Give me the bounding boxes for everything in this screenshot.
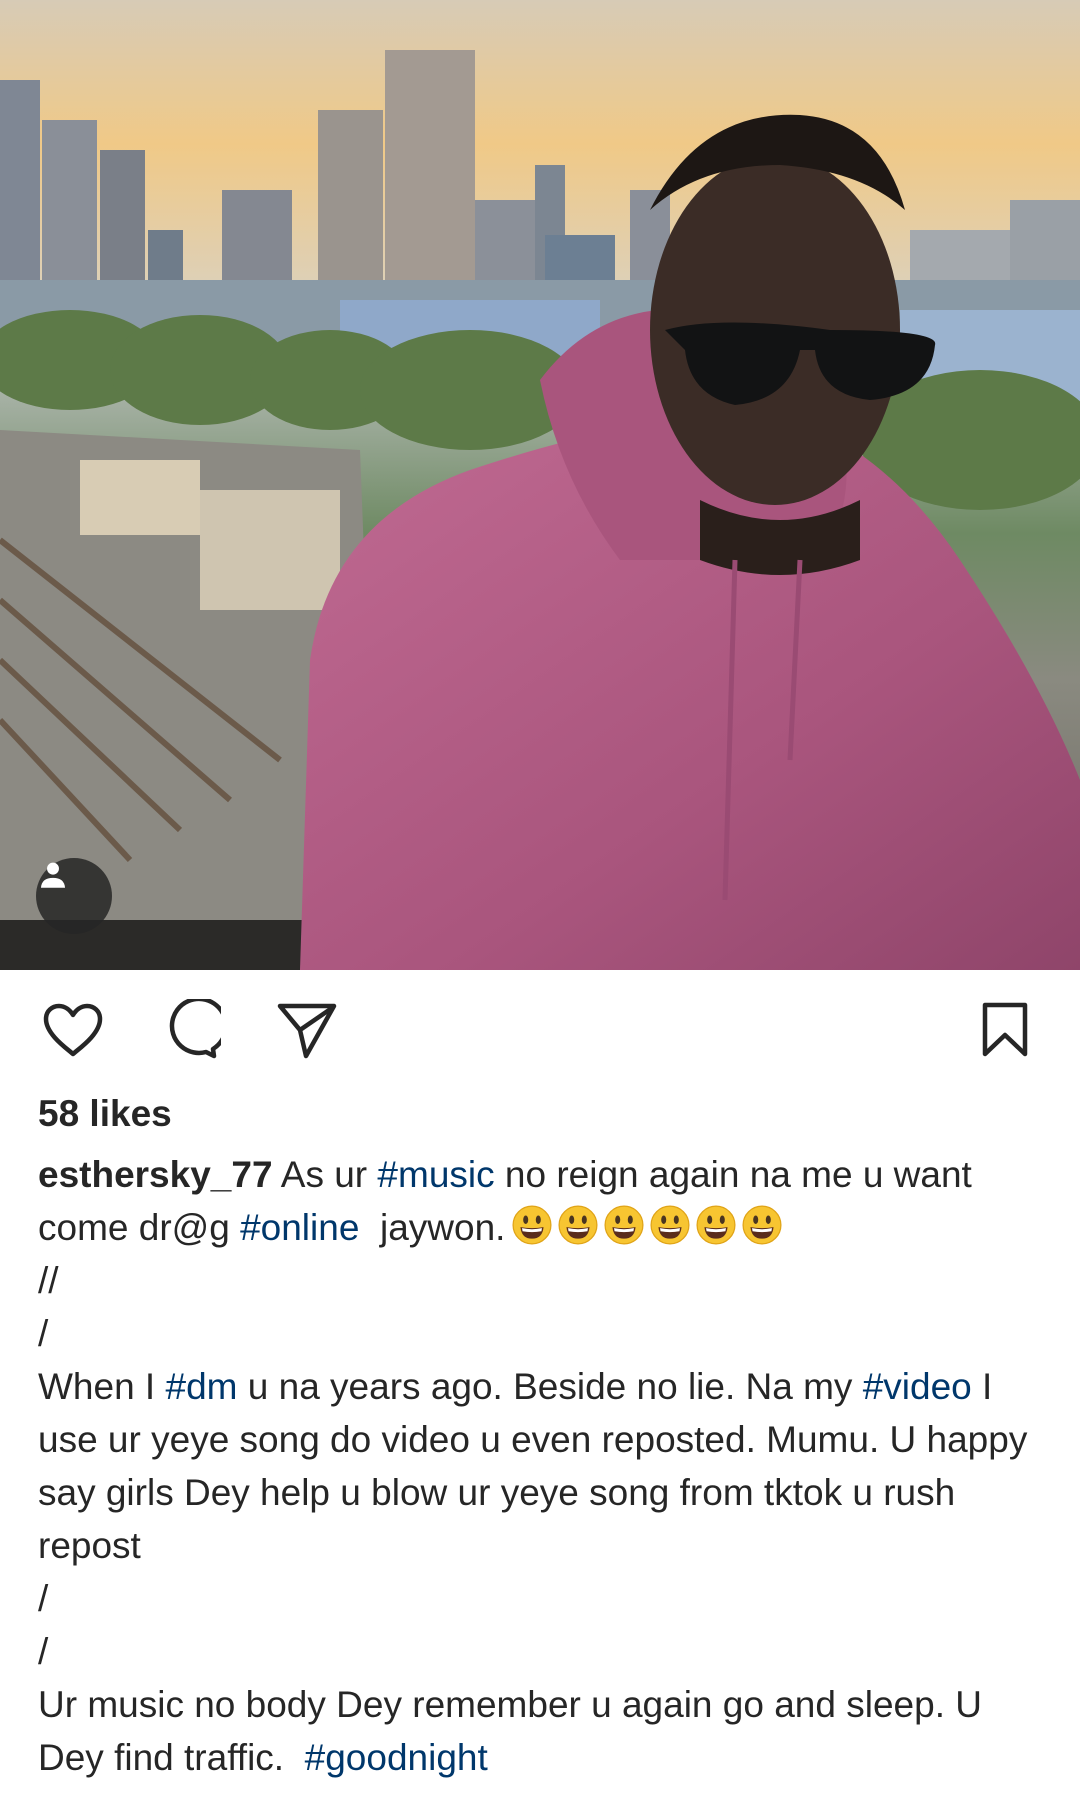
caption-line: /	[38, 1313, 49, 1354]
grinning-face-emoji	[512, 1205, 552, 1245]
post-caption: esthersky_77 As ur #music no reign again…	[38, 1148, 1048, 1784]
share-button[interactable]	[272, 990, 342, 1070]
caption-text: As ur	[272, 1154, 378, 1195]
heart-icon	[43, 1003, 103, 1057]
caption-text: jaywon.	[359, 1207, 506, 1248]
likes-count[interactable]: 58 likes	[38, 1093, 172, 1135]
caption-text: Ur music no body Dey remember u again go…	[38, 1684, 993, 1778]
grinning-face-emoji	[604, 1205, 644, 1245]
bookmark-icon	[982, 1002, 1028, 1057]
caption-text: When I	[38, 1366, 166, 1407]
person-icon	[40, 862, 66, 888]
hashtag-dm[interactable]: #dm	[166, 1366, 238, 1407]
caption-text: u na years ago. Beside no lie. Na my	[237, 1366, 863, 1407]
hashtag-goodnight[interactable]: #goodnight	[305, 1737, 488, 1778]
comment-button[interactable]	[155, 990, 225, 1070]
photo-illustration	[0, 0, 1080, 970]
tagged-people-button[interactable]	[36, 858, 112, 934]
like-button[interactable]	[38, 990, 108, 1070]
grinning-face-emoji	[696, 1205, 736, 1245]
paper-plane-icon	[277, 1003, 337, 1059]
caption-line: /	[38, 1631, 49, 1672]
save-button[interactable]	[970, 990, 1040, 1070]
grinning-face-emoji	[650, 1205, 690, 1245]
emoji-row	[511, 1204, 783, 1246]
hashtag-video[interactable]: #video	[863, 1366, 972, 1407]
hashtag-music[interactable]: #music	[377, 1154, 494, 1195]
hashtag-online[interactable]: #online	[240, 1207, 359, 1248]
comment-bubble-icon	[169, 999, 221, 1059]
grinning-face-emoji	[558, 1205, 598, 1245]
post-action-bar	[0, 990, 1080, 1072]
grinning-face-emoji	[742, 1205, 782, 1245]
caption-username[interactable]: esthersky_77	[38, 1154, 273, 1195]
caption-line: //	[38, 1260, 59, 1301]
caption-line: /	[38, 1578, 49, 1619]
post-photo[interactable]	[0, 0, 1080, 970]
